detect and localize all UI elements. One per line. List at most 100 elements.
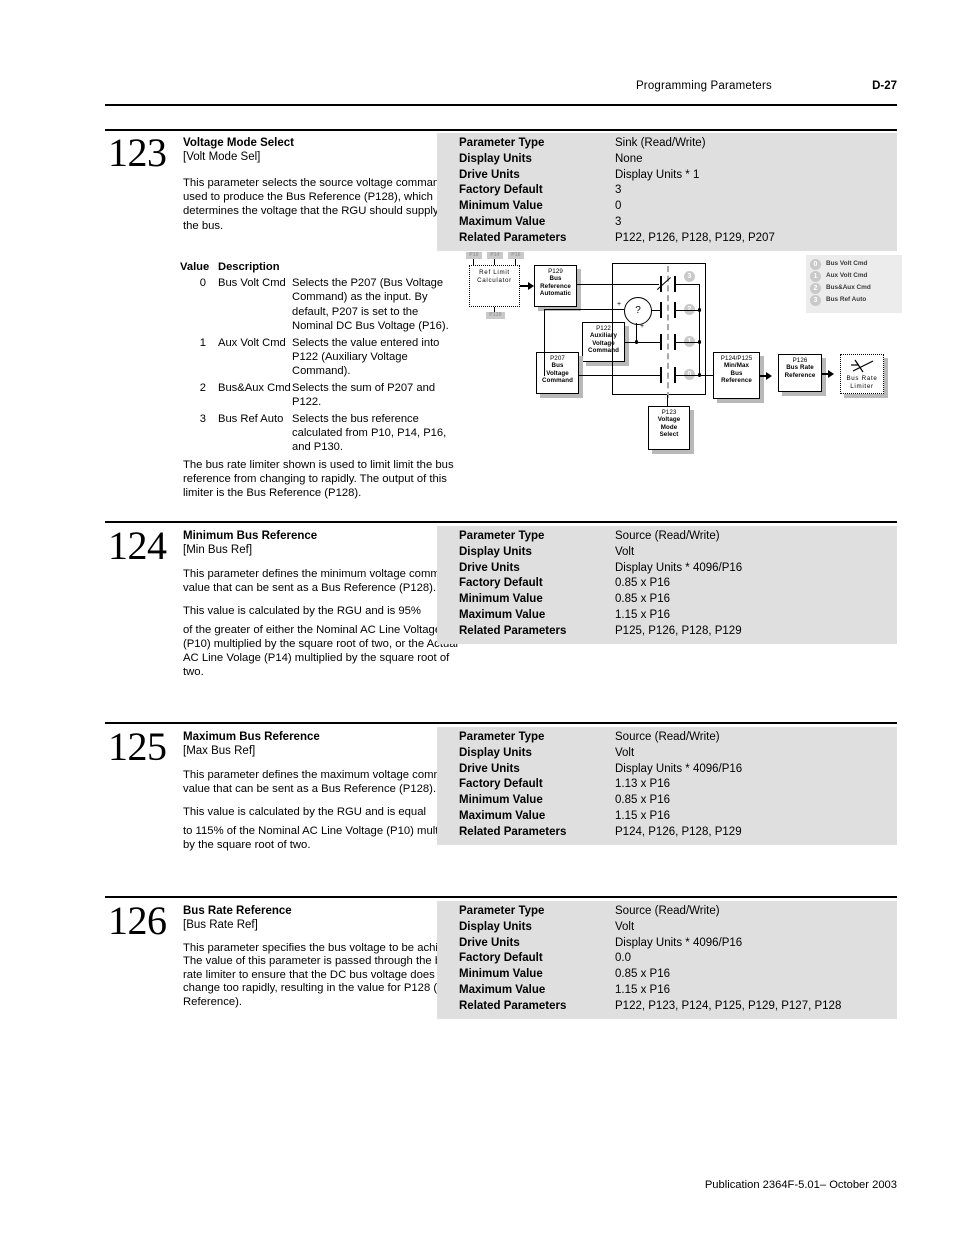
section-divider-123 (105, 129, 897, 131)
parameter-mnemonic: [Volt Mode Sel] (183, 151, 261, 163)
block-p129-bus-reference-automatic: P129 Bus Reference Automatic (534, 265, 577, 307)
legend-label: Aux Volt Cmd (826, 272, 868, 279)
description-paragraph: This parameter defines the maximum volta… (183, 769, 462, 796)
page-running-header: Programming Parameters D-27 (105, 80, 897, 100)
spec-value: Source (Read/Write) (615, 731, 720, 743)
block-line: Calculator (477, 277, 512, 285)
parameter-number: 124 (108, 523, 167, 568)
block-id: P122 (596, 325, 611, 332)
spec-row: Parameter Type Source (Read/Write) (437, 530, 897, 546)
spec-label: Drive Units (459, 168, 520, 181)
description-paragraph: The bus rate limiter shown is used to li… (183, 459, 454, 500)
spec-row: Related Parameters P122, P126, P128, P12… (437, 232, 897, 248)
block-p122-auxiliary-voltage-command: P122 Auxiliary Voltage Command (582, 322, 625, 362)
spec-row: Drive Units Display Units * 4096/P16 (437, 937, 897, 953)
position-indicator-3: 3 (684, 271, 695, 282)
diagram-legend: 0 Bus Volt Cmd 1 Aux Volt Cmd 2 Bus&Aux … (806, 255, 902, 313)
table-row: 3 Bus Ref Auto Selects the bus reference… (180, 412, 454, 455)
block-line: Bus (549, 275, 562, 283)
arrow-icon (828, 370, 834, 378)
spec-value: Display Units * 4096/P16 (615, 561, 743, 574)
spec-table-125: Parameter Type Source (Read/Write) Displ… (437, 727, 897, 845)
spec-value: Volt (615, 920, 635, 933)
description-paragraph: This value is calculated by the RGU and … (183, 806, 427, 819)
block-p123-voltage-mode-select: P123 Voltage Mode Select (648, 406, 690, 450)
legend-label: Bus Ref Auto (826, 296, 867, 303)
description-paragraph: This parameter specifies the bus voltage… (183, 942, 466, 1008)
spec-label: Drive Units (459, 762, 520, 775)
spec-label: Maximum Value (459, 608, 546, 621)
spec-value: 0.85 x P16 (615, 794, 670, 807)
enum-text: Selects the P207 (Bus Voltage Command) a… (292, 277, 449, 333)
block-line: Ref Limit (479, 269, 510, 276)
spec-row: Display Units Volt (437, 747, 897, 763)
page-number: D-27 (872, 80, 897, 92)
block-line: Select (659, 431, 679, 439)
spec-value: None (615, 152, 643, 165)
spec-value: Sink (Read/Write) (615, 137, 706, 149)
spec-value: P124, P126, P128, P129 (615, 825, 742, 838)
spec-label: Related Parameters (459, 231, 567, 244)
enum-name: Bus Volt Cmd (218, 277, 286, 289)
control-line (667, 395, 669, 406)
spec-table-123: Parameter Type Sink (Read/Write) Display… (437, 133, 897, 251)
block-id: P129 (548, 268, 563, 275)
sum-plus-sign-2: + (640, 323, 645, 330)
parameter-mnemonic: [Bus Rate Ref] (183, 919, 258, 931)
spec-value: 1.15 x P16 (615, 608, 670, 621)
spec-label: Related Parameters (459, 624, 567, 637)
spec-label: Factory Default (459, 184, 543, 197)
value-description-table: Value Description 0 Bus Volt Cmd Selects… (180, 260, 454, 457)
spec-label: Parameter Type (459, 530, 545, 542)
spec-row: Factory Default 3 (437, 184, 897, 200)
spec-row: Minimum Value 0.85 x P16 (437, 593, 897, 609)
spec-value: Volt (615, 746, 635, 759)
spec-value: 1.13 x P16 (615, 778, 670, 791)
spec-label: Maximum Value (459, 983, 546, 996)
description-paragraph: to 115% of the Nominal AC Line Voltage (… (183, 824, 465, 851)
arrow-icon (766, 372, 772, 380)
block-line: Voltage (657, 416, 681, 424)
signal-line (544, 309, 624, 311)
block-line: Reference (540, 282, 571, 290)
spec-row: Drive Units Display Units * 4096/P16 (437, 562, 897, 578)
block-line: Bus Rate (846, 375, 878, 382)
spec-value: Source (Read/Write) (615, 530, 720, 542)
spec-value: 1.15 x P16 (615, 809, 670, 822)
summing-junction: ? (624, 297, 652, 325)
block-p126-bus-rate-reference: P126 Bus Rate Reference (778, 354, 822, 392)
legend-marker: 0 (810, 258, 821, 270)
junction-dot (634, 340, 638, 344)
parameter-description: This parameter selects the source voltag… (183, 176, 463, 242)
block-line: Reference (721, 377, 752, 385)
rate-limiter-icon (851, 359, 874, 373)
contact-left-0 (660, 367, 662, 383)
block-p124-p125-minmax-bus-reference: P124/P125 Min/Max Bus Reference (713, 352, 760, 399)
spec-row: Parameter Type Source (Read/Write) (437, 905, 897, 921)
spec-value: 0.0 (615, 952, 631, 965)
spec-value: P122, P126, P128, P129, P207 (615, 231, 775, 244)
spec-row: Maximum Value 1.15 x P16 (437, 609, 897, 625)
spec-value: 0.85 x P16 (615, 577, 670, 590)
spec-row: Minimum Value 0 (437, 200, 897, 216)
sum-plus-sign-1: + (617, 301, 622, 308)
block-line: Automatic (539, 290, 572, 298)
spec-value: 3 (615, 215, 622, 228)
description-paragraph: of the greater of either the Nominal AC … (183, 623, 459, 679)
diagram-tag-p10: P10 (466, 252, 482, 259)
spec-row: Related Parameters P125, P126, P128, P12… (437, 625, 897, 641)
page-footer: Publication 2364F-5.01– October 2003 (704, 1179, 897, 1191)
parameter-title: Maximum Bus Reference (183, 731, 320, 743)
table-row: 1 Aux Volt Cmd Selects the value entered… (180, 336, 454, 379)
junction-dot (697, 340, 701, 344)
enclosure-edge (612, 263, 706, 265)
spec-row: Factory Default 0.85 x P16 (437, 577, 897, 593)
block-line: Command (588, 347, 619, 355)
description-paragraph: This parameter selects the source voltag… (183, 177, 452, 232)
spec-label: Display Units (459, 920, 532, 933)
signal-line (544, 309, 546, 376)
legend-marker: 2 (810, 282, 821, 294)
enum-value: 3 (199, 412, 206, 425)
legend-marker: 3 (810, 294, 821, 306)
spec-label: Parameter Type (459, 731, 545, 743)
